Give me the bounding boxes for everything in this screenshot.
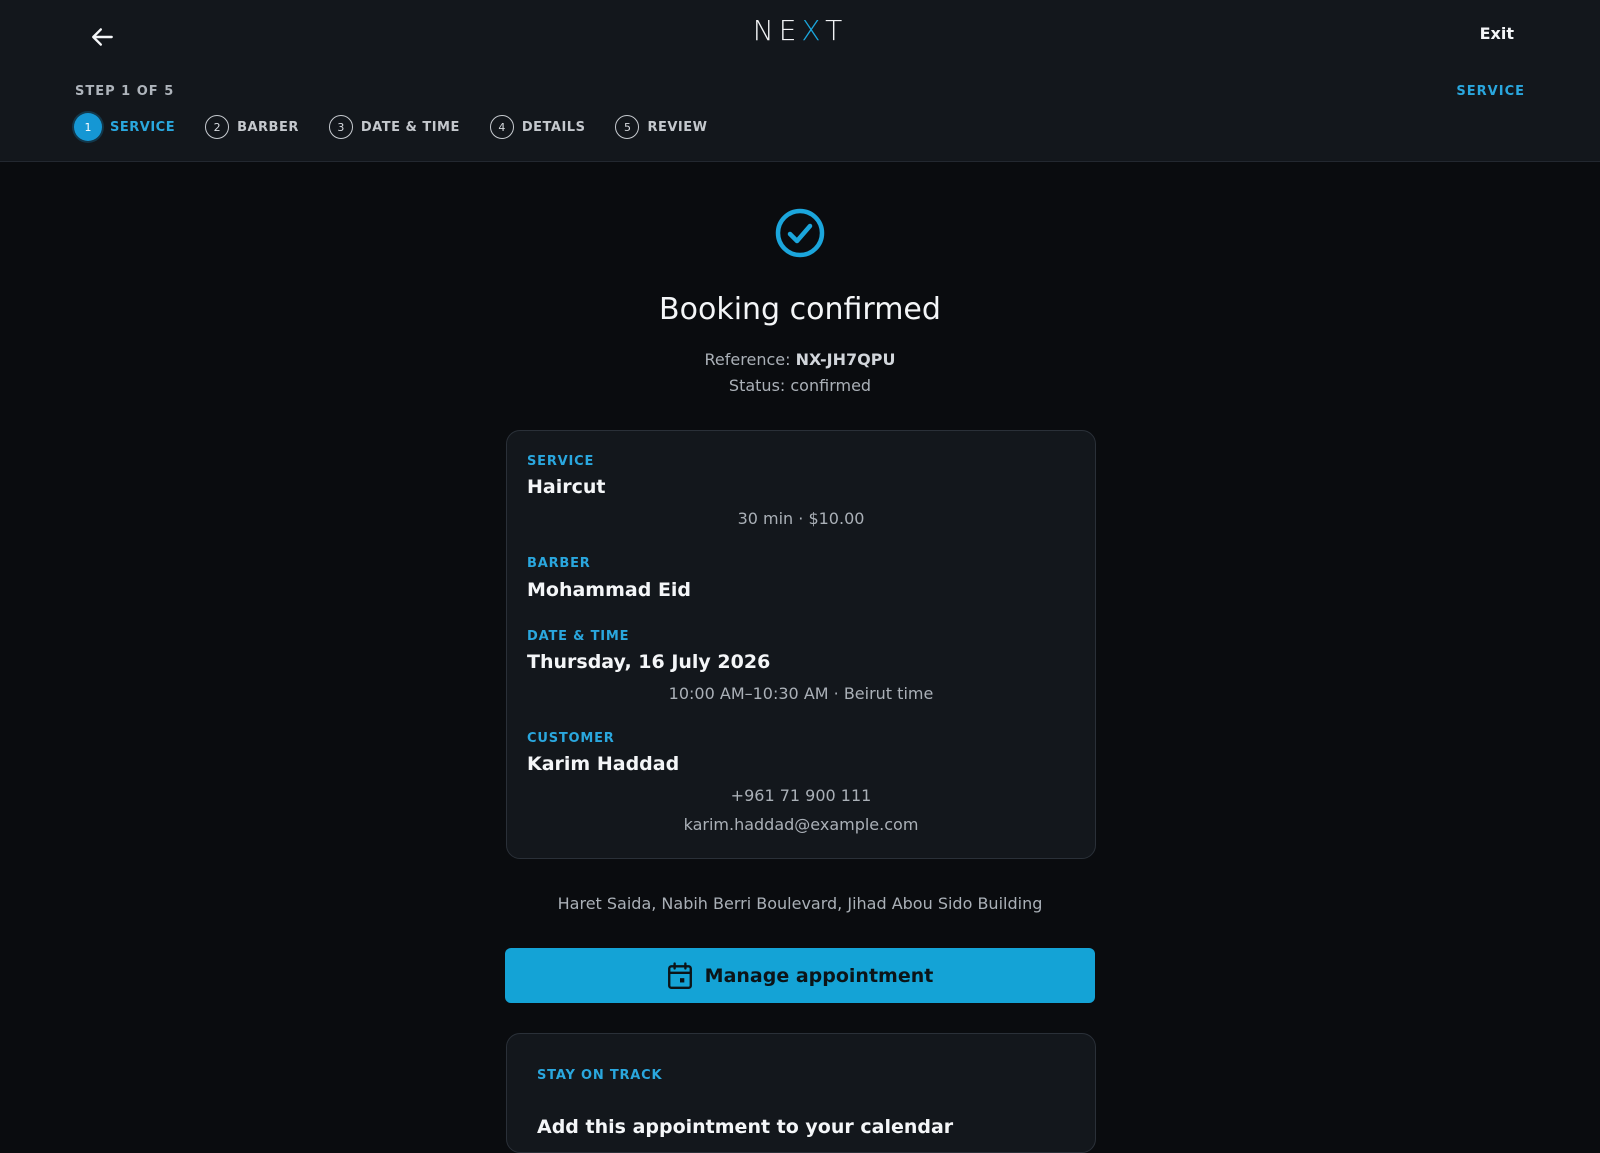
step-label: BARBER <box>237 119 299 135</box>
step-review[interactable]: 5 REVIEW <box>615 115 707 139</box>
brand-logo: NEXT <box>752 14 848 47</box>
booking-reference: Reference: NX-JH7QPU <box>704 350 896 369</box>
top-bar: NEXT Exit STEP 1 OF 5 SERVICE 1 SERVICE … <box>0 0 1600 162</box>
current-step-name: SERVICE <box>1456 84 1525 99</box>
step-details[interactable]: 4 DETAILS <box>489 115 586 139</box>
appointment-date: Thursday, 16 July 2026 <box>527 651 771 673</box>
booking-summary-card: SERVICE Haircut 30 min · $10.00 BARBER M… <box>506 430 1096 859</box>
customer-label: CUSTOMER <box>527 731 615 746</box>
step-number: 3 <box>328 115 353 139</box>
step-number: 4 <box>489 115 514 139</box>
datetime-label: DATE & TIME <box>527 629 630 644</box>
check-circle-icon <box>775 208 825 258</box>
customer-name: Karim Haddad <box>527 753 680 775</box>
step-barber[interactable]: 2 BARBER <box>205 115 299 139</box>
add-to-calendar-text: Add this appointment to your calendar <box>537 1116 954 1138</box>
service-name: Haircut <box>527 476 606 498</box>
step-number: 2 <box>205 115 230 139</box>
manage-appointment-button[interactable]: Manage appointment <box>505 948 1095 1003</box>
step-label: DATE & TIME <box>360 119 460 135</box>
booking-status: Status: confirmed <box>728 376 872 395</box>
exit-button[interactable]: Exit <box>1480 24 1514 43</box>
reference-code: NX-JH7QPU <box>795 350 896 369</box>
step-counter: STEP 1 OF 5 <box>75 84 175 99</box>
stay-on-track-label: STAY ON TRACK <box>537 1068 663 1083</box>
step-label: DETAILS <box>521 119 586 135</box>
step-number: 5 <box>615 115 640 139</box>
step-service[interactable]: 1 SERVICE <box>74 113 175 141</box>
shop-address: Haret Saida, Nabih Berri Boulevard, Jiha… <box>557 894 1043 913</box>
stay-on-track-card: STAY ON TRACK Add this appointment to yo… <box>506 1033 1096 1153</box>
manage-appointment-label: Manage appointment <box>704 964 934 987</box>
page-title: Booking confirmed <box>659 292 941 327</box>
stepper: 1 SERVICE 2 BARBER 3 DATE & TIME 4 DETAI… <box>74 113 737 141</box>
barber-label: BARBER <box>527 556 591 571</box>
step-number: 1 <box>74 113 102 141</box>
step-label: SERVICE <box>110 119 176 135</box>
step-label: REVIEW <box>647 119 708 135</box>
barber-name: Mohammad Eid <box>527 579 692 601</box>
service-duration-price: 30 min · $10.00 <box>737 509 865 528</box>
calendar-icon <box>667 961 692 989</box>
customer-phone: +961 71 900 111 <box>730 786 872 805</box>
appointment-time: 10:00 AM–10:30 AM · Beirut time <box>668 684 934 703</box>
service-label: SERVICE <box>527 454 595 469</box>
customer-email: karim.haddad@example.com <box>683 815 919 834</box>
step-date-time[interactable]: 3 DATE & TIME <box>328 115 460 139</box>
